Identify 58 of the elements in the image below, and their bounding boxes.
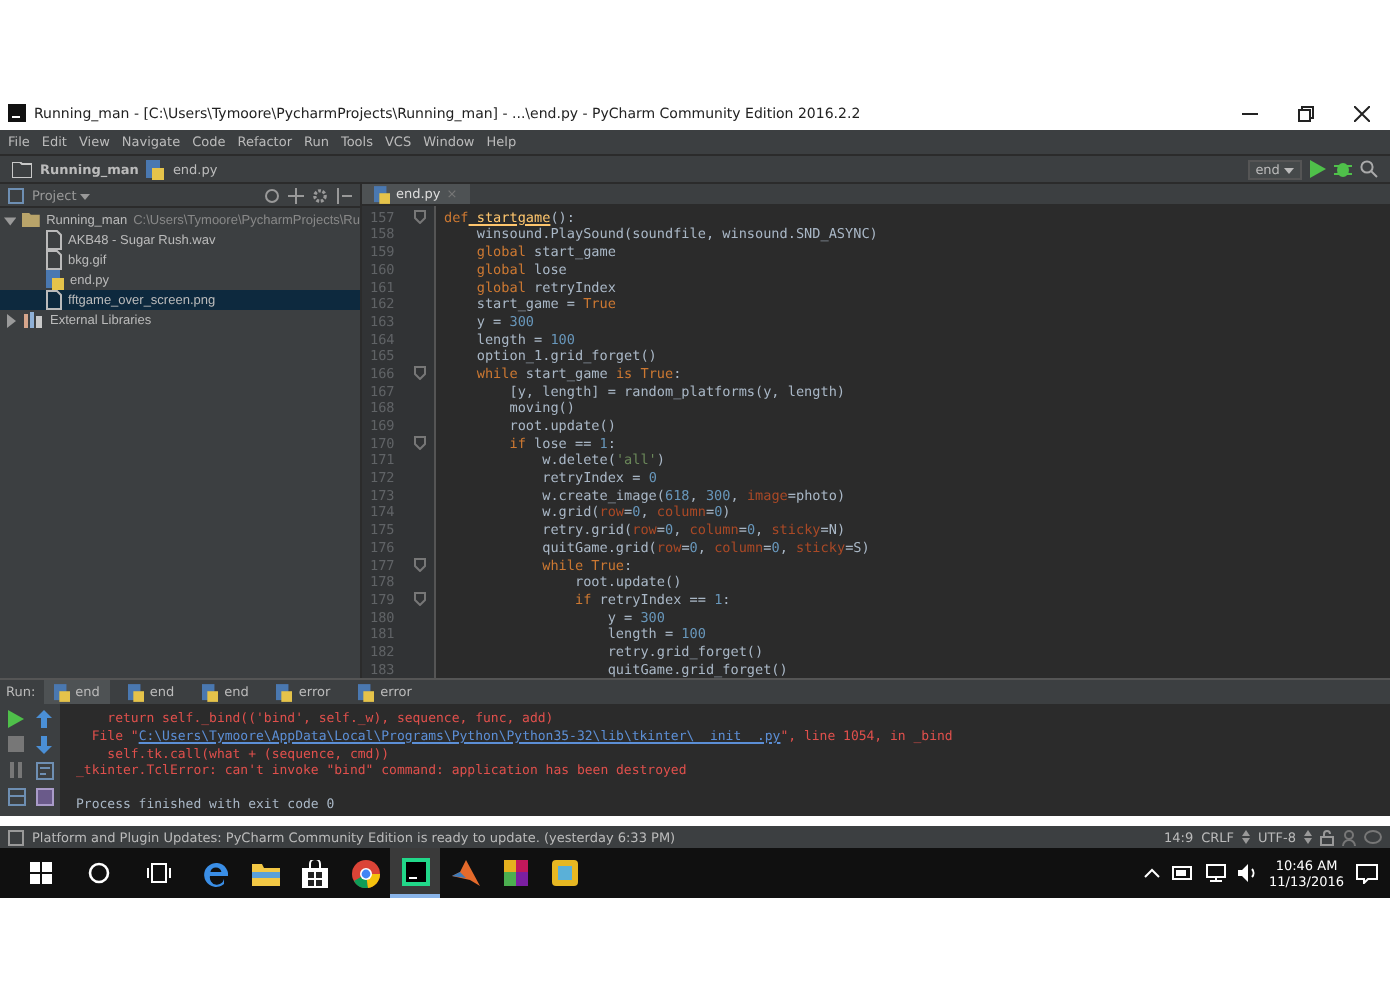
python-file-icon	[46, 270, 64, 290]
fold-icon[interactable]	[414, 436, 426, 451]
fold-icon[interactable]	[414, 592, 426, 607]
browser-e-icon	[201, 859, 229, 887]
folder-icon	[22, 212, 41, 228]
rerun-icon[interactable]	[8, 710, 24, 728]
expanded-arrow-icon[interactable]	[4, 213, 17, 227]
wrap-icon[interactable]	[35, 762, 53, 780]
python-file-icon	[146, 159, 165, 179]
caret-icon	[80, 193, 91, 199]
python-file-icon	[276, 683, 293, 701]
search-icon[interactable]	[88, 862, 110, 884]
circle-logo-icon	[351, 859, 379, 887]
restore-icon[interactable]	[1298, 105, 1314, 121]
pause-icon[interactable]	[8, 762, 24, 778]
collapse-icon[interactable]	[288, 187, 304, 203]
debug-icon[interactable]	[1334, 160, 1352, 178]
target-icon[interactable]	[264, 187, 280, 203]
up-down-icon[interactable]	[1304, 830, 1312, 844]
python-file-icon	[53, 683, 70, 701]
lock-icon[interactable]	[1320, 829, 1334, 845]
up-down-icon[interactable]	[1242, 830, 1251, 844]
taskbar-app[interactable]	[390, 848, 440, 898]
box-app-icon	[552, 860, 578, 886]
network-icon[interactable]	[1205, 864, 1226, 882]
app-icon	[8, 104, 26, 122]
library-icon	[24, 312, 44, 328]
caret-icon	[1284, 167, 1294, 173]
python-file-icon	[127, 683, 144, 701]
settings-icon[interactable]	[312, 187, 328, 203]
python-file-icon	[358, 683, 375, 701]
ide-logo-icon	[401, 857, 429, 885]
tiles-icon	[503, 860, 527, 886]
folder-icon	[12, 161, 32, 177]
windows-start-icon[interactable]	[30, 862, 52, 884]
person-icon[interactable]	[1342, 829, 1356, 845]
run-icon[interactable]	[1310, 160, 1326, 178]
fold-icon[interactable]	[414, 366, 426, 381]
project-icon	[8, 187, 24, 203]
fold-icon[interactable]	[414, 558, 426, 573]
collapsed-arrow-icon[interactable]	[4, 313, 18, 327]
python-file-icon	[202, 683, 219, 701]
peak-logo-icon	[451, 860, 479, 886]
down-arrow-icon[interactable]	[36, 736, 52, 754]
chevron-up-icon[interactable]	[1143, 868, 1160, 878]
close-icon[interactable]	[1354, 105, 1370, 121]
panel-toggle-icon[interactable]	[8, 829, 24, 845]
layout-icon[interactable]	[7, 788, 25, 806]
up-arrow-icon[interactable]	[36, 710, 52, 728]
notification-icon[interactable]	[1356, 863, 1378, 883]
speaker-icon[interactable]	[1237, 864, 1258, 882]
shopping-bag-icon	[302, 859, 328, 887]
battery-icon[interactable]	[1171, 866, 1194, 880]
python-file-icon	[374, 185, 390, 204]
fold-icon[interactable]	[414, 210, 426, 225]
hide-icon[interactable]	[336, 187, 352, 203]
task-view-icon[interactable]	[146, 862, 172, 884]
folder-icon	[251, 861, 279, 885]
